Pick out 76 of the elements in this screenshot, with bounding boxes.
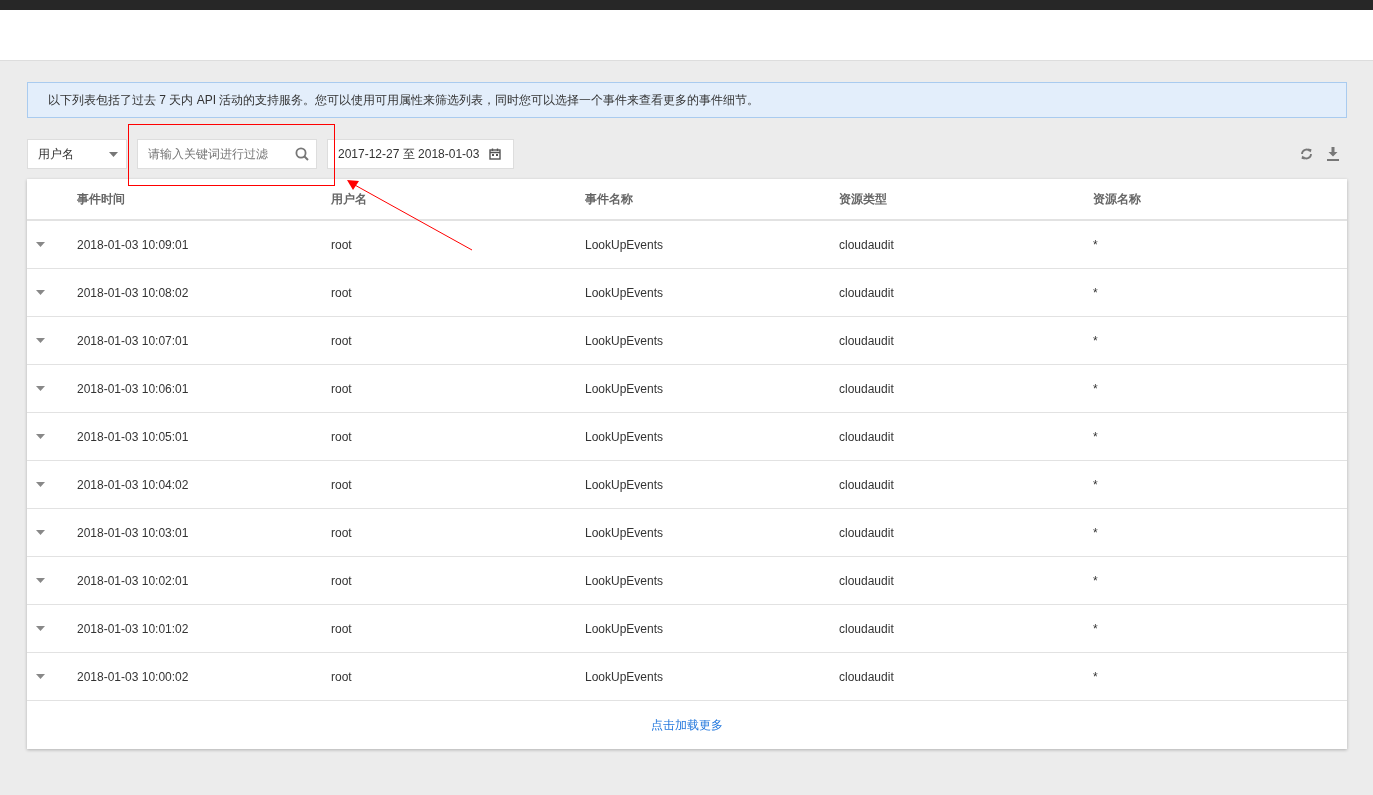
table-cell-text: LookUpEvents — [585, 237, 665, 252]
table-cell-text: LookUpEvents — [585, 573, 665, 588]
expand-caret-icon[interactable] — [35, 386, 45, 391]
table-cell-text: * — [1093, 525, 1099, 540]
table-cell-text: * — [1093, 381, 1099, 396]
table-cell-text: 2018-01-03 10:01:02 — [77, 621, 190, 636]
table-cell-text: root — [331, 477, 353, 492]
date-range-picker[interactable]: 2017-12-27 至 2018-01-03 — [327, 139, 515, 169]
search-field[interactable]: 请输入关键词进行过滤 — [137, 139, 317, 169]
column-header: 事件名称 — [585, 190, 634, 208]
column-header: 资源名称 — [1093, 190, 1142, 208]
table-cell-text: * — [1093, 477, 1099, 492]
table-cell-text: 2018-01-03 10:05:01 — [77, 429, 190, 444]
table-cell-text: 2018-01-03 10:09:01 — [77, 237, 190, 252]
table-cell-text: 2018-01-03 10:00:02 — [77, 669, 190, 684]
table-cell-text: cloudaudit — [839, 429, 895, 444]
download-button[interactable] — [1325, 145, 1341, 163]
table-cell-text: * — [1093, 573, 1099, 588]
table-cell-text: cloudaudit — [839, 381, 895, 396]
table-cell-text: LookUpEvents — [585, 525, 665, 540]
table-cell-text: cloudaudit — [839, 477, 895, 492]
table-cell-text: 2018-01-03 10:06:01 — [77, 381, 190, 396]
table-cell-text: LookUpEvents — [585, 621, 665, 636]
table-cell-text: cloudaudit — [839, 237, 895, 252]
table-cell-text: * — [1093, 429, 1099, 444]
load-more-link[interactable]: 点击加载更多 — [651, 716, 723, 734]
table-cell-text: LookUpEvents — [585, 477, 665, 492]
table-cell-text: cloudaudit — [839, 573, 895, 588]
column-header: 资源类型 — [839, 190, 888, 208]
expand-caret-icon[interactable] — [35, 434, 45, 439]
calendar-icon — [489, 148, 502, 160]
expand-caret-icon[interactable] — [35, 530, 45, 535]
table-cell-text: root — [331, 621, 353, 636]
table-cell-text: LookUpEvents — [585, 333, 665, 348]
table-cell-text: root — [331, 237, 353, 252]
table-cell-text: root — [331, 525, 353, 540]
table-cell-text: * — [1093, 285, 1099, 300]
table-cell-text: root — [331, 429, 353, 444]
info-banner: 以下列表包括了过去 7 天内 API 活动的支持服务。您可以使用可用属性来筛选列表，同时您可以选择一个事件来查看更多的事件细节。 — [27, 82, 1347, 118]
expand-caret-icon[interactable] — [35, 482, 45, 487]
table-cell-text: 2018-01-03 10:08:02 — [77, 285, 190, 300]
table-cell-text: * — [1093, 237, 1099, 252]
table-cell-text: * — [1093, 333, 1099, 348]
table-cell-text: root — [331, 669, 353, 684]
table-cell-text: cloudaudit — [839, 669, 895, 684]
attribute-dropdown[interactable]: 用户名 — [27, 139, 127, 169]
search-icon — [295, 147, 309, 161]
table-cell-text: 2018-01-03 10:04:02 — [77, 477, 190, 492]
table-cell-text: 2018-01-03 10:07:01 — [77, 333, 190, 348]
table-cell-text: LookUpEvents — [585, 381, 665, 396]
table-cell-text: * — [1093, 669, 1099, 684]
table-cell-text: LookUpEvents — [585, 669, 665, 684]
table-cell-text: cloudaudit — [839, 333, 895, 348]
table-cell-text: root — [331, 573, 353, 588]
table-cell-text: LookUpEvents — [585, 429, 665, 444]
column-header: 事件时间 — [77, 190, 126, 208]
table-cell-text: cloudaudit — [839, 621, 895, 636]
table-cell-text: 2018-01-03 10:02:01 — [77, 573, 190, 588]
download-icon — [1327, 147, 1339, 161]
table-cell-text: root — [331, 333, 353, 348]
table-cell-text: root — [331, 381, 353, 396]
expand-caret-icon[interactable] — [35, 626, 45, 631]
expand-caret-icon[interactable] — [35, 290, 45, 295]
expand-caret-icon[interactable] — [35, 338, 45, 343]
expand-caret-icon[interactable] — [35, 674, 45, 679]
table-cell-text: LookUpEvents — [585, 285, 665, 300]
table-cell-text: cloudaudit — [839, 285, 895, 300]
column-header: 用户名 — [331, 190, 368, 208]
table-cell-text: * — [1093, 621, 1099, 636]
table-cell-text: root — [331, 285, 353, 300]
refresh-icon — [1300, 147, 1313, 161]
expand-caret-icon[interactable] — [35, 578, 45, 583]
table-cell-text: cloudaudit — [839, 525, 895, 540]
caret-icon — [109, 151, 118, 157]
expand-caret-icon[interactable] — [35, 242, 45, 247]
table-cell-text: 2018-01-03 10:03:01 — [77, 525, 190, 540]
